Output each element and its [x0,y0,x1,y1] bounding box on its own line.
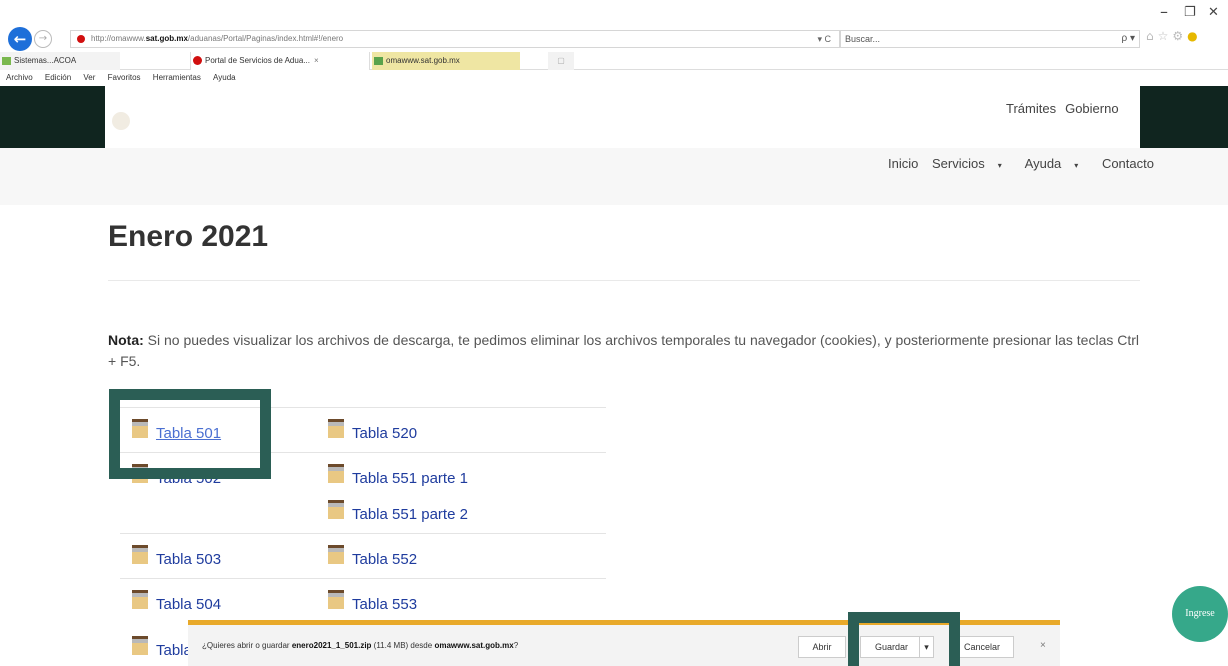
search-placeholder: Buscar... [845,34,881,44]
header-dark-block [0,86,105,148]
nav-label: Ayuda [1024,156,1062,171]
tab-label: Sistemas...ACOA [14,56,77,65]
forward-arrow-icon[interactable]: → [34,30,52,48]
note-body: Si no puedes visualizar los archivos de … [108,332,1140,369]
file-link-tabla-503[interactable]: Tabla 503 [130,545,221,575]
site-favicon-icon [77,35,85,43]
settings-gear-icon[interactable]: ⚙ [1172,29,1187,43]
url-prefix: http://omawww. [91,34,146,43]
zip-file-icon [130,636,154,656]
caret-down-icon: ▾ [1074,161,1079,170]
zip-file-icon [130,590,154,610]
zip-file-icon [326,464,350,484]
tab-label: Portal de Servicios de Adua... [205,56,310,65]
highlight-box-guardar [848,612,960,666]
nav-ayuda[interactable]: Ayuda ▾ [1025,156,1089,171]
file-link-tabla-551-parte-1[interactable]: Tabla 551 parte 1 [326,464,468,494]
menu-favoritos[interactable]: Favoritos [108,73,141,82]
nav-inicio[interactable]: Inicio [888,156,918,171]
favorites-star-icon[interactable]: ☆ [1158,29,1173,43]
menu-archivo[interactable]: Archivo [6,73,33,82]
tab-favicon-icon [193,56,202,65]
download-prompt: ¿Quieres abrir o guardar enero2021_1_501… [202,641,519,650]
new-tab-button[interactable]: ▢ [548,52,574,70]
menu-bar: Archivo Edición Ver Favoritos Herramient… [0,71,1228,85]
file-link-tabla-504[interactable]: Tabla 504 [130,590,221,620]
file-link-tabla-520[interactable]: Tabla 520 [326,419,417,449]
browser-toolbar-icons: ⌂☆⚙● [1146,29,1202,43]
close-icon[interactable]: × [1040,640,1046,651]
note-text: Nota: Si no puedes visualizar los archiv… [108,330,1148,372]
tab-omawww[interactable]: omawww.sat.gob.mx [372,52,520,70]
zip-file-icon [326,590,350,610]
restore-button[interactable]: ❐ [1184,5,1196,20]
tab-favicon-icon [374,57,383,65]
site-header: Trámites Gobierno [0,86,1228,148]
zip-file-icon [326,545,350,565]
download-source: omawww.sat.gob.mx [434,641,514,650]
zip-file-icon [130,545,154,565]
menu-ayuda[interactable]: Ayuda [213,73,236,82]
minimize-button[interactable]: – [1160,2,1168,21]
file-link-tabla-551-parte-2[interactable]: Tabla 551 parte 2 [326,500,468,530]
search-icon[interactable]: ρ ▾ [1122,31,1136,47]
site-logo[interactable] [112,112,130,130]
menu-herramientas[interactable]: Herramientas [153,73,201,82]
highlight-box-tabla-501 [109,389,271,479]
url-domain: sat.gob.mx [145,34,188,43]
download-filename: enero2021_1_501.zip [291,641,372,650]
chat-widget-button[interactable]: Ingrese [1172,586,1228,642]
nav-servicios[interactable]: Servicios ▾ [932,156,1012,171]
file-link-tabla-552[interactable]: Tabla 552 [326,545,417,575]
zip-file-icon [326,419,350,439]
close-window-button[interactable]: ✕ [1208,5,1219,20]
tab-close-icon[interactable]: × [314,56,319,65]
tab-bar: Sistemas...ACOA Portal de Servicios de A… [0,52,1228,70]
chat-label: Ingrese [1185,608,1215,619]
menu-ver[interactable]: Ver [83,73,95,82]
table-divider [120,533,606,534]
menu-edicion[interactable]: Edición [45,73,71,82]
tab-sistemas[interactable]: Sistemas...ACOA [0,52,120,70]
zip-file-icon [326,500,350,520]
note-label: Nota: [108,332,144,348]
caret-down-icon: ▾ [997,161,1002,170]
address-bar[interactable]: http://omawww.sat.gob.mx/aduanas/Portal/… [70,30,840,48]
link-gobierno[interactable]: Gobierno [1065,101,1118,116]
file-link-tabla-553[interactable]: Tabla 553 [326,590,417,620]
url-path: /aduanas/Portal/Paginas/index.html#!/ene… [187,34,344,43]
search-input[interactable]: Buscar... ρ ▾ [840,30,1140,48]
table-divider [120,578,606,579]
refresh-icon[interactable]: ▾ C [817,31,831,47]
top-links: Trámites Gobierno [1006,101,1128,116]
link-tramites[interactable]: Trámites [1006,101,1056,116]
page-title: Enero 2021 [108,220,269,253]
main-nav: Inicio Servicios ▾ Ayuda ▾ Contacto [888,156,1164,171]
divider [108,280,1140,281]
tab-label: omawww.sat.gob.mx [386,56,460,65]
nav-contacto[interactable]: Contacto [1102,156,1154,171]
browser-titlebar: ← → http://omawww.sat.gob.mx/aduanas/Por… [0,0,1228,52]
tab-portal-aduanas[interactable]: Portal de Servicios de Adua... × [190,52,370,70]
home-icon[interactable]: ⌂ [1146,29,1158,43]
open-button[interactable]: Abrir [798,636,846,658]
tab-favicon-icon [2,57,11,65]
smiley-icon[interactable]: ● [1187,29,1201,43]
nav-label: Servicios [931,156,985,171]
header-dark-block [1140,86,1228,148]
back-arrow-icon[interactable]: ← [8,27,32,51]
